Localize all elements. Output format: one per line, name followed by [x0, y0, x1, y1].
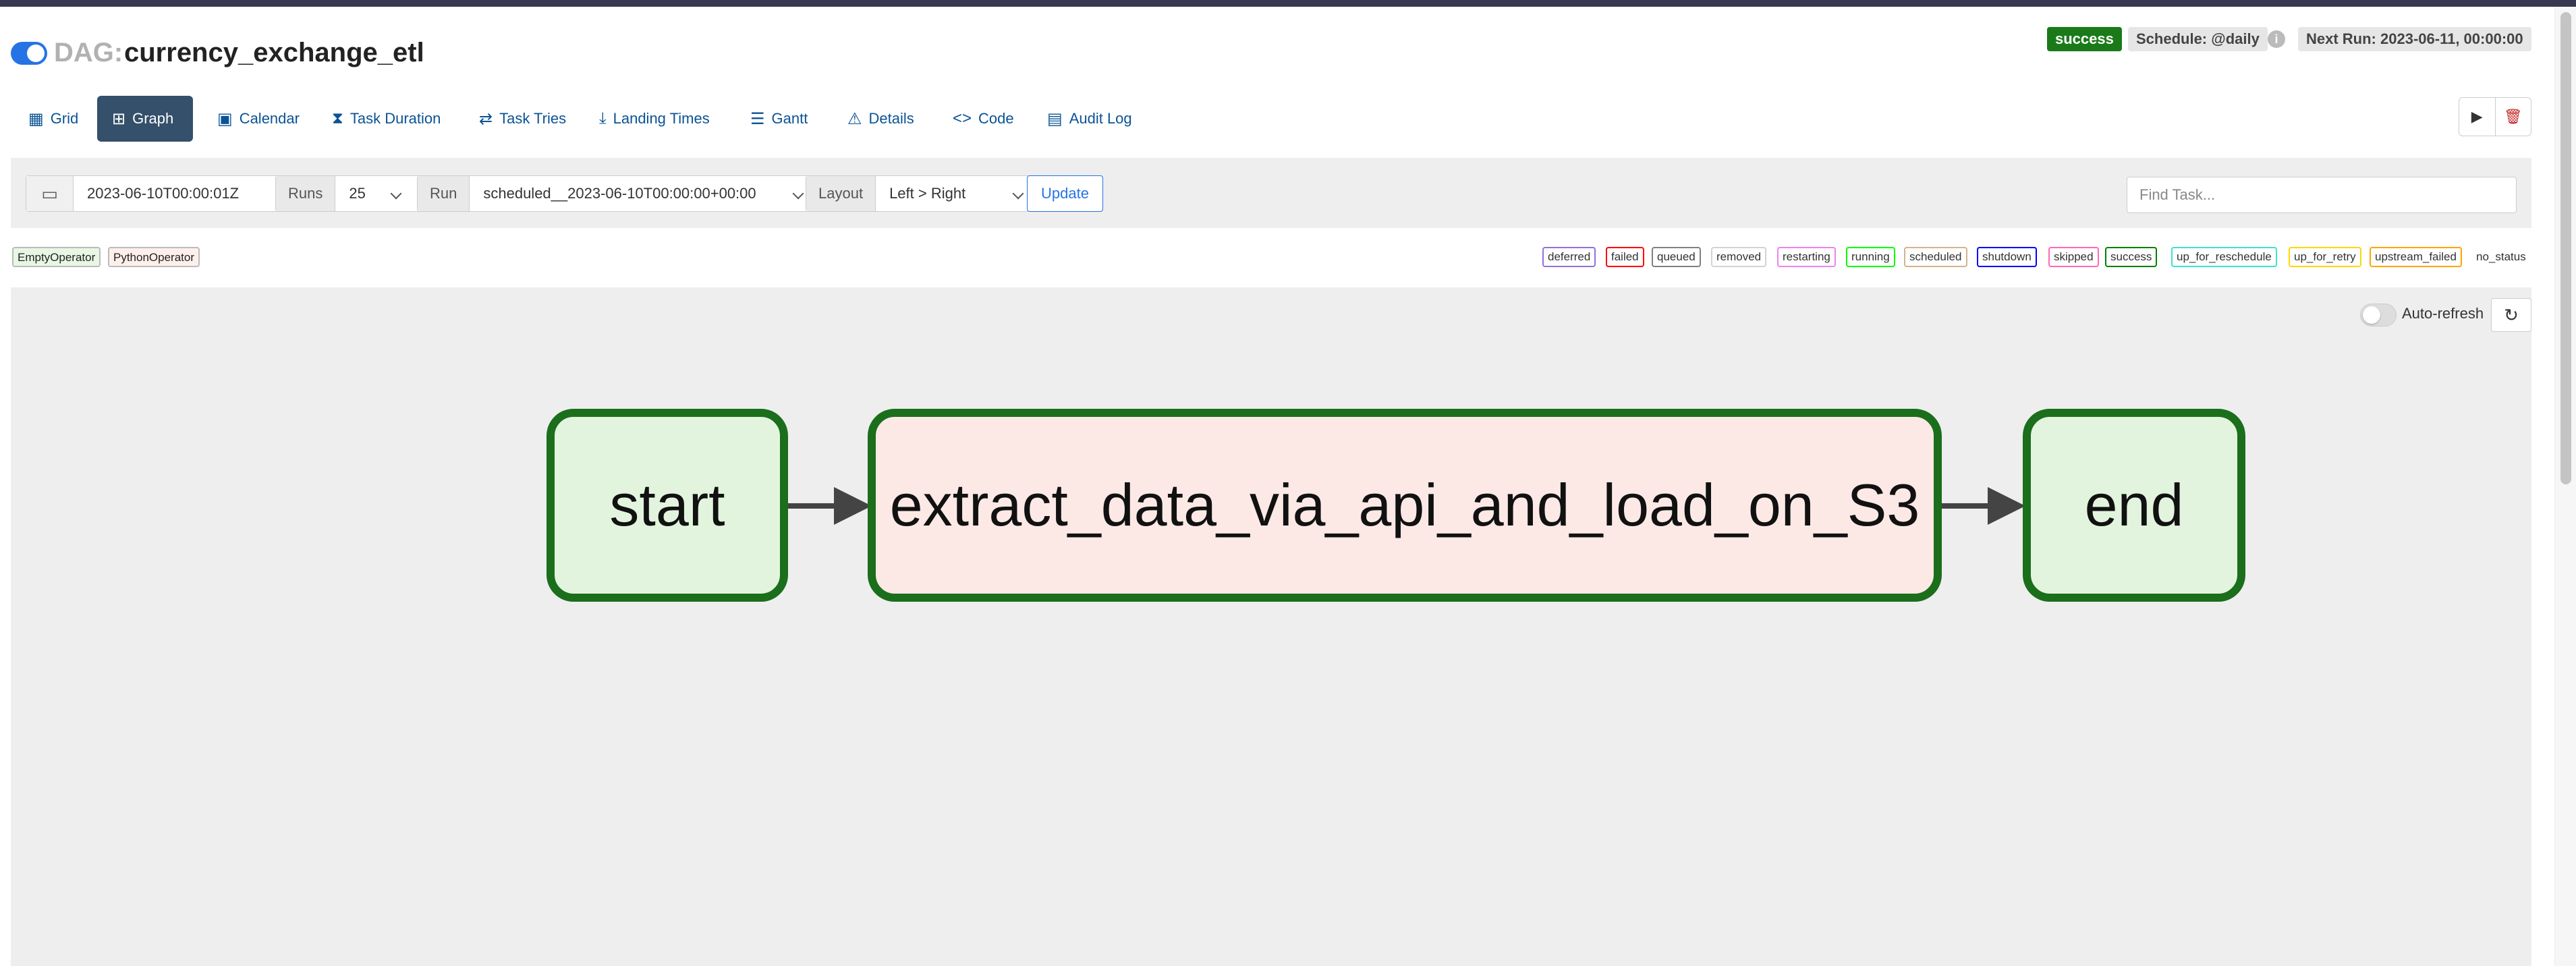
state-legend-up-for-reschedule[interactable]: up_for_reschedule: [2171, 247, 2277, 267]
tab-code[interactable]: <> Code: [938, 96, 1029, 142]
retry-icon: ⇄: [479, 109, 493, 128]
auto-refresh-toggle[interactable]: [2360, 304, 2397, 326]
tab-label: Task Duration: [349, 110, 441, 127]
top-nav-bar: [0, 0, 2576, 7]
hourglass-icon: ⧗: [332, 109, 343, 127]
runs-select-group: Runs 25: [275, 175, 425, 212]
runs-select[interactable]: 25: [335, 176, 411, 211]
tab-label: Audit Log: [1069, 110, 1132, 127]
calendar-icon: ▭: [26, 176, 74, 211]
refresh-icon: ↻: [2504, 304, 2519, 325]
info-icon[interactable]: i: [2268, 30, 2285, 48]
trigger-dag-button[interactable]: ▶: [2459, 98, 2496, 136]
state-legend-upstream-failed[interactable]: upstream_failed: [2370, 247, 2462, 267]
dag-pause-toggle[interactable]: [11, 42, 47, 65]
tab-landing-times[interactable]: ⤓ Landing Times: [584, 96, 725, 142]
update-button[interactable]: Update: [1027, 175, 1103, 212]
tab-task-duration[interactable]: ⧗ Task Duration: [317, 96, 455, 142]
run-select-group: Run scheduled__2023-06-10T00:00:00+00:00: [417, 175, 814, 212]
task-node-end[interactable]: end: [2023, 409, 2245, 602]
grid-icon: ▦: [28, 109, 44, 128]
graph-filter-bar: ▭ 2023-06-10T00:00:01Z Runs 25 Run sched…: [11, 158, 2531, 228]
operator-legend-empty[interactable]: EmptyOperator: [12, 247, 101, 267]
state-legend-scheduled[interactable]: scheduled: [1904, 247, 1967, 267]
dag-title: currency_exchange_etl: [124, 38, 424, 67]
tab-label: Details: [868, 110, 914, 127]
code-icon: <>: [953, 109, 972, 127]
audit-log-icon: ▤: [1047, 109, 1063, 128]
layout-label: Layout: [806, 176, 876, 211]
auto-refresh-label: Auto-refresh: [2402, 305, 2484, 322]
run-label: Run: [418, 176, 470, 211]
next-run-badge: Next Run: 2023-06-11, 00:00:00: [2298, 27, 2531, 51]
dag-state-badge: success: [2047, 27, 2122, 51]
tab-label: Landing Times: [613, 110, 710, 127]
play-icon: ▶: [2471, 108, 2483, 125]
landing-icon: ⤓: [599, 109, 607, 127]
base-date-input[interactable]: 2023-06-10T00:00:01Z: [74, 176, 252, 211]
schedule-badge: Schedule: @daily: [2128, 27, 2268, 51]
gantt-icon: ☰: [750, 109, 765, 128]
base-date-picker[interactable]: ▭ 2023-06-10T00:00:01Z: [26, 175, 283, 212]
graph-icon: ⊞: [112, 109, 126, 128]
tab-gantt[interactable]: ☰ Gantt: [735, 96, 822, 142]
runs-label: Runs: [276, 176, 336, 211]
task-node-start[interactable]: start: [547, 409, 788, 602]
graph-canvas[interactable]: [11, 287, 2531, 966]
tab-label: Gantt: [771, 110, 808, 127]
tab-label: Calendar: [239, 110, 300, 127]
tab-label: Grid: [50, 110, 79, 127]
state-legend-deferred[interactable]: deferred: [1542, 247, 1596, 267]
layout-select-group: Layout Left > Right: [806, 175, 1034, 212]
state-legend-queued[interactable]: queued: [1652, 247, 1701, 267]
tab-details[interactable]: ⚠ Details: [833, 96, 929, 142]
delete-dag-button[interactable]: 🗑: [2496, 98, 2531, 136]
state-legend-skipped[interactable]: skipped: [2048, 247, 2099, 267]
tab-grid[interactable]: ▦ Grid: [13, 96, 93, 142]
tab-label: Task Tries: [499, 110, 567, 127]
trash-icon: 🗑: [2503, 108, 2523, 125]
tab-label: Code: [978, 110, 1014, 127]
state-legend-no-status[interactable]: no_status: [2476, 247, 2526, 267]
task-node-extract-data[interactable]: extract_data_via_api_and_load_on_S3: [868, 409, 1942, 602]
operator-legend-python[interactable]: PythonOperator: [108, 247, 200, 267]
state-legend-restarting[interactable]: restarting: [1777, 247, 1836, 267]
refresh-button[interactable]: ↻: [2491, 298, 2531, 332]
state-legend-shutdown[interactable]: shutdown: [1977, 247, 2037, 267]
dag-label-prefix: DAG:: [54, 38, 123, 67]
tab-calendar[interactable]: ▣ Calendar: [202, 96, 314, 142]
tab-task-tries[interactable]: ⇄ Task Tries: [464, 96, 581, 142]
find-task-input[interactable]: [2127, 177, 2517, 213]
run-select[interactable]: scheduled__2023-06-10T00:00:00+00:00: [470, 176, 813, 211]
tab-graph[interactable]: ⊞ Graph: [97, 96, 193, 142]
state-legend-up-for-retry[interactable]: up_for_retry: [2289, 247, 2361, 267]
state-legend-removed[interactable]: removed: [1711, 247, 1767, 267]
tab-label: Graph: [132, 110, 174, 127]
state-legend-failed[interactable]: failed: [1606, 247, 1644, 267]
tab-audit-log[interactable]: ▤ Audit Log: [1032, 96, 1147, 142]
warning-triangle-icon: ⚠: [847, 109, 862, 128]
scrollbar-thumb[interactable]: [2560, 12, 2571, 484]
state-legend-success[interactable]: success: [2105, 247, 2158, 267]
calendar-icon: ▣: [217, 109, 233, 128]
dag-action-buttons: ▶ 🗑: [2459, 97, 2531, 136]
layout-select[interactable]: Left > Right: [876, 176, 1033, 211]
state-legend-running[interactable]: running: [1846, 247, 1895, 267]
